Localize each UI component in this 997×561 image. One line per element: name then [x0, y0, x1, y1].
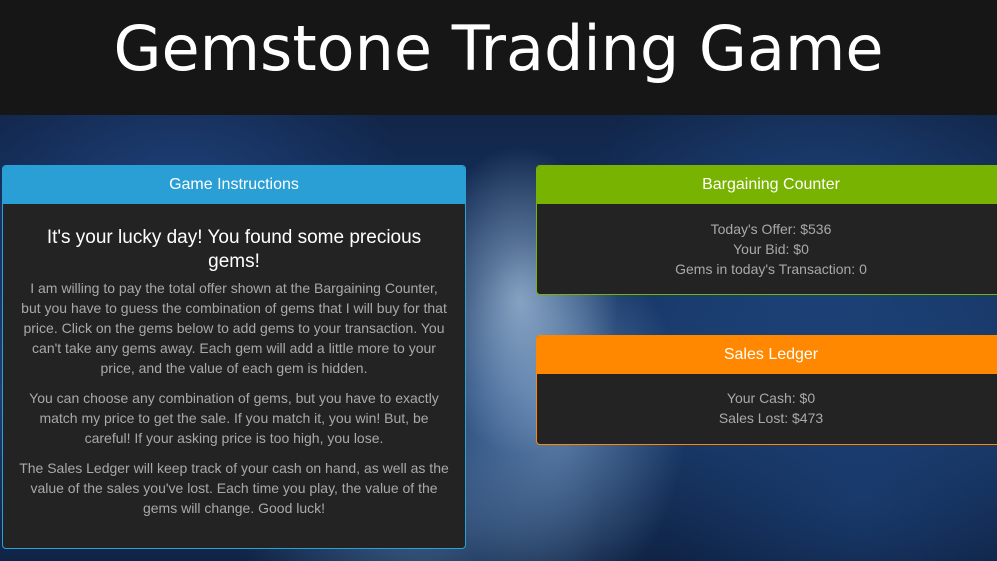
sales-ledger-title: Sales Ledger	[723, 346, 819, 363]
bargaining-counter-header: Bargaining Counter	[537, 166, 997, 204]
bargaining-counter-body: Today's Offer: $536 Your Bid: $0 Gems in…	[537, 204, 997, 279]
your-bid: Your Bid: $0	[733, 241, 809, 257]
todays-offer: Today's Offer: $536	[710, 221, 832, 237]
bargaining-counter-title: Bargaining Counter	[702, 176, 840, 193]
sales-ledger-body: Your Cash: $0 Sales Lost: $473	[537, 374, 997, 428]
sales-ledger-panel: Sales Ledger Your Cash: $0 Sales Lost: $…	[536, 335, 997, 445]
instructions-heading: It's your lucky day! You found some prec…	[46, 227, 422, 272]
instructions-panel: Game Instructions It's your lucky day! Y…	[2, 165, 466, 549]
instructions-panel-title: Game Instructions	[169, 176, 299, 193]
instructions-paragraph: You can choose any combination of gems, …	[29, 390, 439, 446]
page-title: Gemstone Trading Game	[113, 12, 884, 85]
gems-in-transaction: Gems in today's Transaction: 0	[675, 261, 867, 277]
page-header: Gemstone Trading Game	[0, 0, 997, 115]
instructions-paragraph: I am willing to pay the total offer show…	[21, 280, 447, 376]
sales-lost: Sales Lost: $473	[718, 410, 824, 426]
instructions-paragraph: The Sales Ledger will keep track of your…	[19, 460, 449, 516]
your-cash: Your Cash: $0	[726, 390, 816, 406]
instructions-panel-header: Game Instructions	[3, 166, 465, 204]
instructions-panel-body: It's your lucky day! You found some prec…	[3, 204, 465, 518]
sales-ledger-header: Sales Ledger	[537, 336, 997, 374]
bargaining-counter-panel: Bargaining Counter Today's Offer: $536 Y…	[536, 165, 997, 295]
